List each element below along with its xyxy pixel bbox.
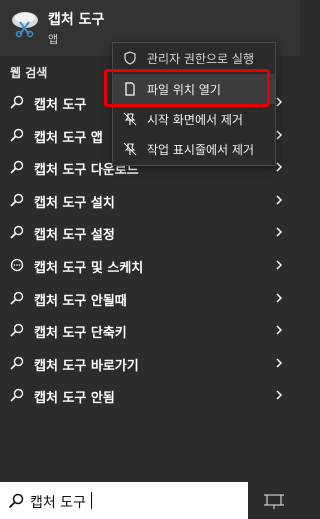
list-item[interactable]: 캡처 도구 설정 [0, 216, 300, 249]
search-icon [10, 323, 24, 337]
chevron-right-icon [276, 358, 283, 368]
chevron-right-icon [276, 195, 283, 205]
chevron-right-icon [276, 293, 283, 303]
list-item[interactable]: 캡처 도구 설치 [0, 184, 300, 217]
list-item[interactable]: 캡처 도구 및 스케치 [0, 249, 300, 282]
chevron-right-icon [276, 227, 283, 237]
web-search-heading: 웹 검색 [10, 66, 48, 80]
search-icon [10, 95, 24, 109]
menu-item-label: 시작 화면에서 제거 [147, 113, 243, 127]
search-icon [10, 226, 24, 239]
shield-icon [124, 51, 136, 65]
chevron-right-icon [276, 260, 283, 270]
search-icon [10, 291, 24, 305]
screen-snip-icon [264, 494, 284, 509]
list-item-label: 캡처 도구 안될때 [34, 293, 127, 309]
app-title: 캡처 도구 [48, 12, 105, 28]
search-icon [10, 128, 24, 142]
list-item-label: 캡처 도구 바로가기 [34, 358, 139, 374]
chevron-right-icon [276, 390, 283, 400]
list-item-label: 캡처 도구 안됨 [34, 391, 115, 407]
app-type-label: 앱 [48, 33, 59, 46]
list-item[interactable]: 캡처 도구 단축키 [0, 314, 300, 347]
list-item[interactable]: 캡처 도구 바로가기 [0, 347, 300, 380]
search-icon [10, 160, 24, 174]
list-item-label: 캡처 도구 [34, 98, 87, 113]
menu-item-label: 관리자 권한으로 실행 [147, 52, 254, 66]
unpin-icon [123, 142, 137, 156]
list-item-label: 캡처 도구 단축키 [34, 326, 127, 342]
search-icon [8, 493, 24, 509]
chat-icon [10, 258, 24, 272]
search-icon [10, 356, 24, 370]
menu-item-label: 작업 표시줄에서 제거 [147, 143, 254, 157]
highlight-box [104, 69, 270, 107]
chevron-right-icon [276, 325, 283, 335]
unpin-icon [123, 112, 137, 126]
menu-item-unpin-taskbar[interactable]: 작업 표시줄에서 제거 [113, 134, 275, 164]
search-icon [10, 389, 24, 402]
list-item-label: 캡처 도구 설정 [34, 228, 115, 244]
search-icon [10, 193, 24, 207]
snipping-tool-icon [12, 12, 38, 38]
search-input[interactable]: 캡처 도구 [0, 482, 248, 519]
list-item-label: 캡처 도구 및 스케치 [34, 260, 144, 276]
search-query: 캡처 도구 [30, 495, 86, 511]
start-search-panel: 캡처 도구 앱 웹 검색 캡처 도구 캡처 도구 앱 캡처 도구 다운로드 캡처… [0, 0, 300, 519]
list-item[interactable]: 캡처 도구 안됨 [0, 379, 300, 412]
list-item[interactable]: 캡처 도구 안될때 [0, 282, 300, 315]
snipping-shortcut-button[interactable] [248, 482, 300, 519]
text-caret [91, 492, 92, 509]
list-item-label: 캡처 도구 앱 [34, 130, 103, 146]
list-item-label: 캡처 도구 설치 [34, 195, 115, 211]
menu-item-unpin-start[interactable]: 시작 화면에서 제거 [113, 104, 275, 134]
